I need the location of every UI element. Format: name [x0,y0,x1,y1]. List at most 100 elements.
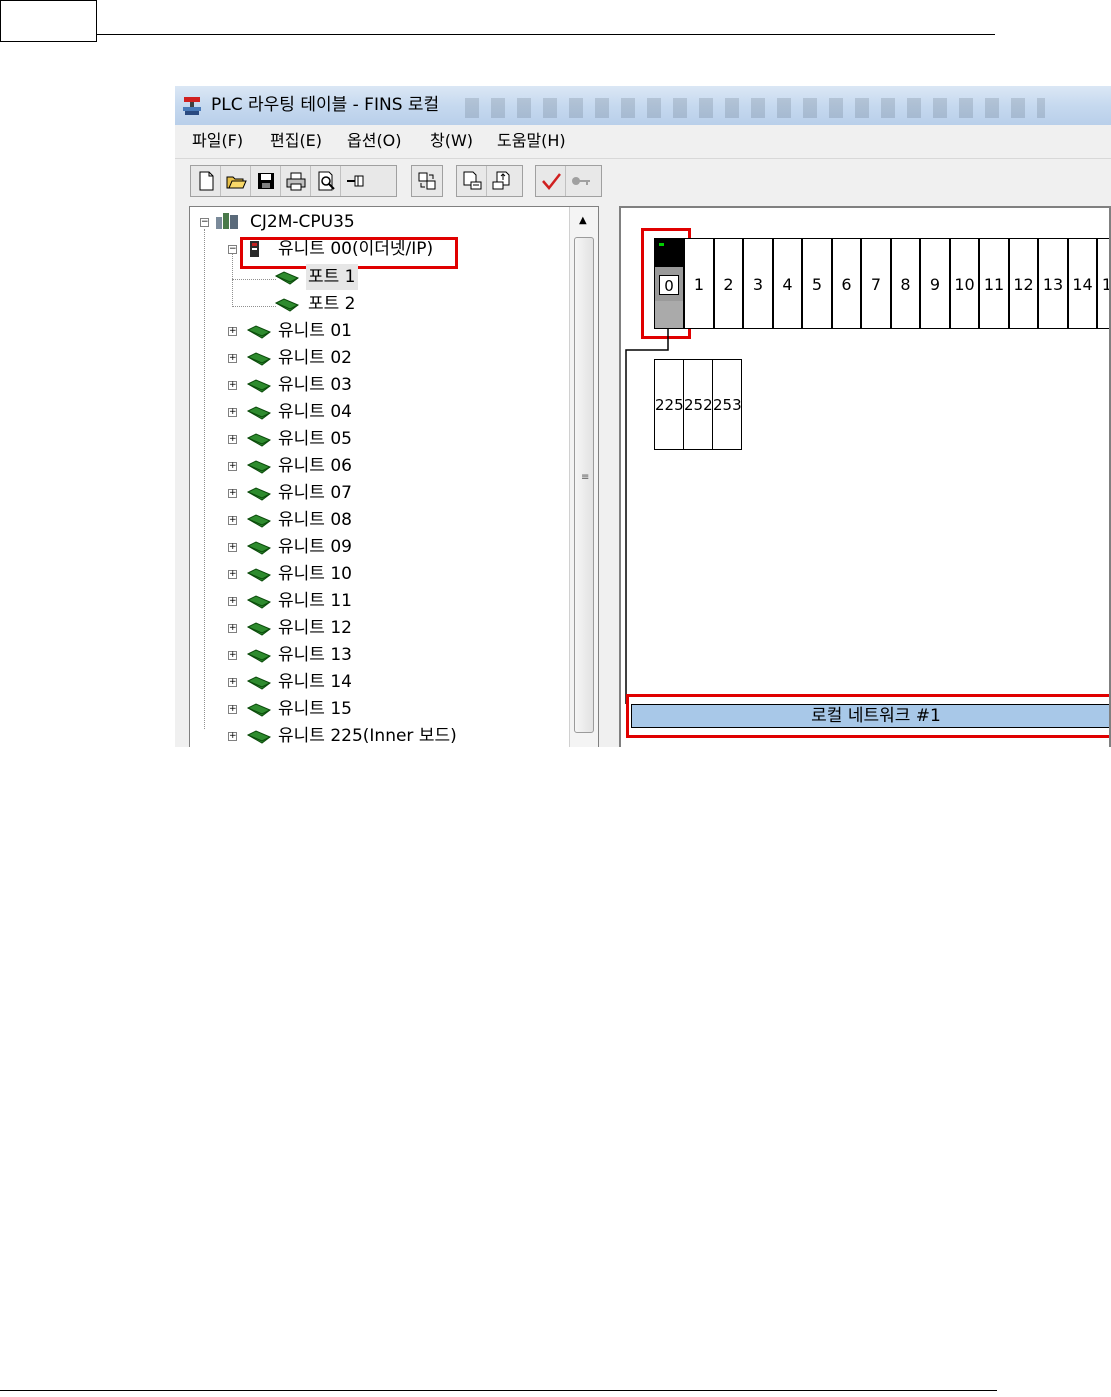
tree-item-label: 유니트 225(Inner 보드) [278,726,457,746]
tree-item-label: 유니트 06 [278,456,352,476]
pane-splitter[interactable] [599,206,619,747]
toolbar-group-transfer [411,165,443,197]
print-preview-icon[interactable] [311,166,341,196]
tree-item-unit[interactable]: + 유니트 04 [190,399,560,425]
tree-item-label: 유니트 03 [278,375,352,395]
tree-item-unit[interactable]: + 유니트 225(Inner 보드) [190,723,560,747]
expand-icon[interactable]: + [228,543,237,552]
key-icon[interactable] [566,166,596,196]
inner-board-slot[interactable]: 225 [654,359,684,450]
unit-tree: − CJ2M-CPU35 − 유니트 00(이더넷/IP) 포트 1 포트 2 … [189,206,599,747]
save-icon[interactable] [251,166,281,196]
download-icon[interactable] [487,166,517,196]
expand-icon[interactable]: + [228,381,237,390]
menu-options[interactable]: 옵션(O) [347,131,402,151]
unit-slot[interactable]: 7 [861,238,891,329]
toolbar [175,159,1111,205]
tree-item-label: 유니트 11 [278,591,352,611]
tree-item-label: 유니트 05 [278,429,352,449]
tree-item-unit[interactable]: + 유니트 12 [190,615,560,641]
tree-item-unit[interactable]: + 유니트 13 [190,642,560,668]
tree-item-unit[interactable]: + 유니트 02 [190,345,560,371]
tree-item-unit[interactable]: + 유니트 14 [190,669,560,695]
unit-slot[interactable]: 5 [802,238,832,329]
unit-slot[interactable]: 4 [773,238,802,329]
tree-item-port-2[interactable]: 포트 2 [190,291,560,317]
expand-icon[interactable]: + [228,624,237,633]
tree-item-port-1[interactable]: 포트 1 [190,264,560,290]
tree-item-unit[interactable]: + 유니트 01 [190,318,560,344]
unit-icon [246,703,271,717]
collapse-icon[interactable]: − [200,218,209,227]
window-title: PLC 라우팅 테이블 - FINS 로컬 [211,95,440,115]
tree-item-unit[interactable]: + 유니트 07 [190,480,560,506]
highlight-box-network [626,694,1109,738]
expand-icon[interactable]: + [228,732,237,741]
page-number-box [0,0,97,42]
unit-slot[interactable]: 11 [979,238,1009,329]
menu-window[interactable]: 창(W) [430,131,473,151]
tree-item-label: 유니트 02 [278,348,352,368]
scrollbar-thumb[interactable]: ≡ [574,237,594,733]
unit-slot[interactable]: 13 [1038,238,1068,329]
open-folder-icon[interactable] [221,166,251,196]
tree-item-unit[interactable]: + 유니트 06 [190,453,560,479]
toolbar-group-plc [456,165,523,197]
tree-item-unit[interactable]: + 유니트 10 [190,561,560,587]
menu-edit[interactable]: 편집(E) [270,131,322,151]
expand-icon[interactable]: + [228,705,237,714]
port-icon [274,271,299,285]
expand-icon[interactable]: + [228,678,237,687]
expand-icon[interactable]: + [228,408,237,417]
tree-item-unit[interactable]: + 유니트 05 [190,426,560,452]
tree-item-label: 유니트 08 [278,510,352,530]
transfer-icon[interactable] [412,166,442,196]
upload-icon[interactable] [457,166,487,196]
tree-item-unit[interactable]: + 유니트 15 [190,696,560,722]
expand-icon[interactable]: + [228,489,237,498]
unit-icon [246,514,271,528]
menu-file[interactable]: 파일(F) [192,131,243,151]
tree-item-label: 유니트 13 [278,645,352,665]
unit-slot[interactable]: 9 [920,238,950,329]
tree-root[interactable]: − CJ2M-CPU35 [190,209,560,235]
unit-slot[interactable]: 15 [1097,238,1109,329]
collapse-icon[interactable]: − [228,245,237,254]
check-icon[interactable] [536,166,566,196]
unit-slot[interactable]: 10 [950,238,979,329]
tree-item-unit[interactable]: + 유니트 08 [190,507,560,533]
tree-item-unit[interactable]: + 유니트 09 [190,534,560,560]
unit-slot[interactable]: 12 [1009,238,1038,329]
expand-icon[interactable]: + [228,327,237,336]
unit-slot[interactable]: 8 [891,238,920,329]
footer-rule [0,1390,997,1391]
tree-item-label: 유니트 09 [278,537,352,557]
expand-icon[interactable]: + [228,516,237,525]
tree-item-unit[interactable]: + 유니트 03 [190,372,560,398]
unit-slot[interactable]: 2 [714,238,743,329]
new-document-icon[interactable] [191,166,221,196]
tree-item-label: 포트 2 [308,294,356,314]
expand-icon[interactable]: + [228,462,237,471]
unit-slot[interactable]: 1 [684,238,714,329]
inner-board-slot[interactable]: 252 [683,359,713,450]
inner-board-slot[interactable]: 253 [712,359,742,450]
tree-item-label: 유니트 01 [278,321,352,341]
pin-icon[interactable] [341,166,371,196]
expand-icon[interactable]: + [228,435,237,444]
menu-help[interactable]: 도움말(H) [497,131,566,151]
tree-item-unit[interactable]: + 유니트 11 [190,588,560,614]
unit-slot[interactable]: 6 [832,238,861,329]
tree-vertical-scrollbar[interactable]: ▲ ≡ [569,207,598,747]
header-rule [97,34,995,35]
unit-slot[interactable]: 3 [743,238,773,329]
scroll-up-icon[interactable]: ▲ [579,215,587,226]
expand-icon[interactable]: + [228,354,237,363]
expand-icon[interactable]: + [228,597,237,606]
unit-icon [246,622,271,636]
unit-slot[interactable]: 14 [1068,238,1097,329]
print-icon[interactable] [281,166,311,196]
expand-icon[interactable]: + [228,651,237,660]
expand-icon[interactable]: + [228,570,237,579]
unit-icon [246,730,271,744]
